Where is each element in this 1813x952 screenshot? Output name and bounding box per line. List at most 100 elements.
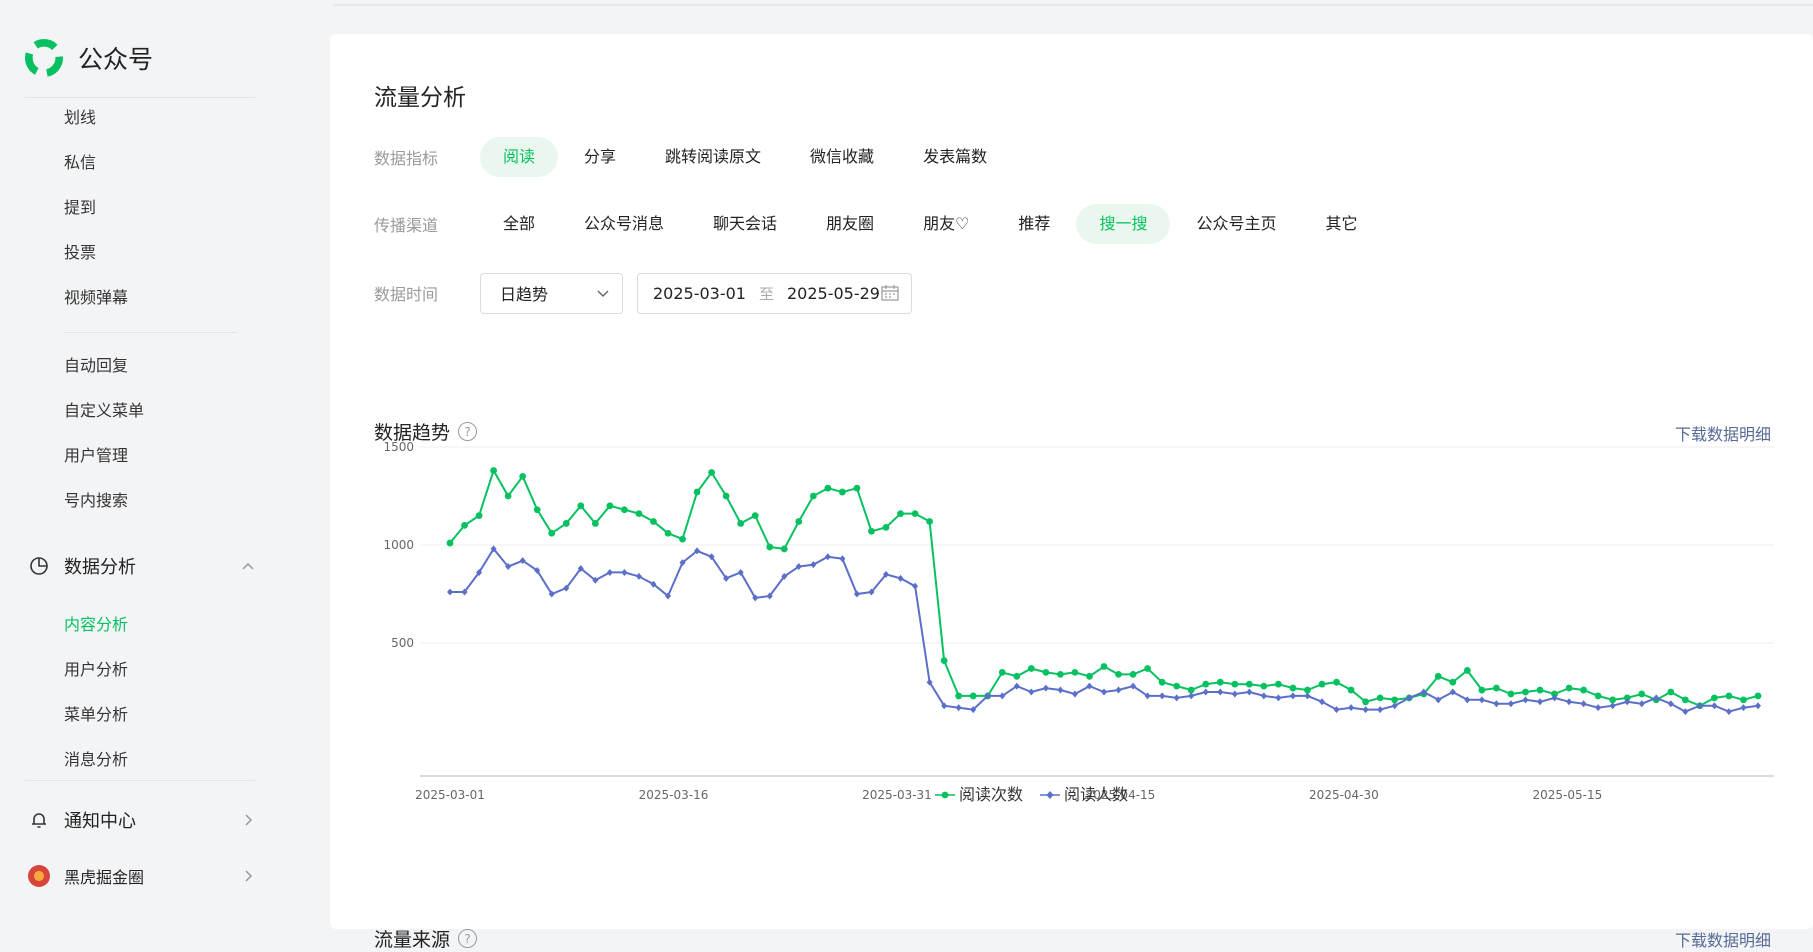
data-point <box>1667 688 1675 696</box>
sidebar-item-auto-reply[interactable]: 自动回复 <box>64 355 128 377</box>
data-point <box>1071 690 1078 698</box>
sidebar-group-data-analysis[interactable]: 数据分析 <box>28 553 255 579</box>
data-point <box>911 510 919 518</box>
data-point <box>490 467 497 474</box>
data-point <box>940 657 948 665</box>
sidebar-item-custom-menu[interactable]: 自定义菜单 <box>64 400 144 422</box>
data-point <box>955 692 963 700</box>
data-point <box>1449 678 1457 686</box>
wechat-official-logo-icon <box>25 39 63 77</box>
data-point <box>824 553 831 561</box>
data-point <box>1231 690 1238 698</box>
data-point <box>1304 686 1311 694</box>
sidebar-item-vote[interactable]: 投票 <box>64 242 96 264</box>
data-point <box>795 518 803 525</box>
data-point <box>1057 670 1064 678</box>
data-point <box>824 484 832 492</box>
data-point <box>1463 667 1471 674</box>
data-point <box>1638 700 1645 708</box>
data-point <box>1173 694 1180 702</box>
data-point <box>1013 672 1021 680</box>
data-point <box>1522 688 1529 696</box>
data-point <box>1260 692 1267 700</box>
data-point <box>1493 700 1500 708</box>
download-detail-link[interactable]: 下载数据明细 <box>1675 927 1771 951</box>
sidebar-item-underline[interactable]: 划线 <box>64 107 96 129</box>
data-point <box>1129 670 1137 678</box>
data-point <box>1086 682 1093 690</box>
trend-line-chart: 500 1000 1500 2025-03-01 2025-03-16 2025-03-3… <box>383 440 1774 804</box>
data-point <box>1755 702 1761 710</box>
sidebar-item-menu-analysis[interactable]: 菜单分析 <box>64 704 128 726</box>
data-point <box>1667 700 1674 708</box>
data-point <box>1565 684 1573 692</box>
data-point <box>519 473 527 480</box>
sidebar-account[interactable]: 黑虎掘金圈 <box>28 864 255 888</box>
sidebar-group-notifications[interactable]: 通知中心 <box>28 807 255 833</box>
data-point <box>1245 680 1253 688</box>
sidebar-item-message-analysis[interactable]: 消息分析 <box>64 749 128 771</box>
data-point <box>1260 682 1268 690</box>
data-point <box>1144 665 1151 672</box>
data-point <box>1522 696 1529 704</box>
data-point <box>1391 702 1398 710</box>
sidebar-group-label: 通知中心 <box>64 811 136 832</box>
data-point <box>1536 686 1544 694</box>
data-point <box>446 539 454 547</box>
x-tick-label: 2025-03-01 <box>415 788 485 802</box>
data-point <box>1115 670 1122 678</box>
data-point <box>1231 680 1239 688</box>
data-point <box>1333 678 1340 686</box>
sidebar-item-user-management[interactable]: 用户管理 <box>64 445 128 467</box>
data-point <box>1711 702 1718 710</box>
data-point <box>1449 688 1456 696</box>
data-point <box>1507 700 1514 708</box>
data-point <box>1027 665 1035 672</box>
sidebar-item-mentions[interactable]: 提到 <box>64 197 96 219</box>
data-point <box>475 512 483 519</box>
data-point <box>868 527 875 535</box>
data-point <box>577 502 585 510</box>
data-point <box>1478 686 1486 694</box>
x-tick-label: 2025-03-16 <box>639 788 709 802</box>
data-point <box>1159 692 1166 700</box>
x-tick-label: 2025-05-15 <box>1533 788 1603 802</box>
data-point <box>1275 694 1282 702</box>
data-point <box>809 492 817 500</box>
data-point <box>897 510 904 518</box>
data-point <box>1289 684 1297 692</box>
legend-label: 阅读人数 <box>1064 785 1128 804</box>
data-point <box>1187 686 1195 694</box>
data-point <box>1057 686 1064 694</box>
data-point <box>1202 680 1210 688</box>
brand[interactable]: 公众号 <box>25 38 153 78</box>
data-point <box>1580 700 1587 708</box>
help-icon[interactable]: ? <box>458 929 478 948</box>
data-point <box>1507 690 1515 698</box>
data-point <box>1275 680 1282 688</box>
data-point <box>780 545 788 553</box>
data-point <box>1376 694 1384 702</box>
chevron-right-icon <box>245 814 253 826</box>
data-point <box>1725 692 1733 700</box>
sidebar-item-messages[interactable]: 私信 <box>64 152 96 174</box>
data-point <box>853 484 861 492</box>
chevron-right-icon <box>245 870 253 882</box>
sidebar-divider <box>64 332 237 333</box>
data-point <box>461 522 468 529</box>
data-point <box>1333 706 1340 714</box>
data-point <box>1682 708 1689 716</box>
data-point <box>679 535 686 543</box>
sidebar-item-user-analysis[interactable]: 用户分析 <box>64 659 128 681</box>
data-point <box>1202 688 1209 696</box>
sidebar-item-content-analysis[interactable]: 内容分析 <box>64 614 128 636</box>
data-point <box>912 582 919 590</box>
data-point <box>969 692 977 700</box>
sidebar-item-video-danmaku[interactable]: 视频弹幕 <box>64 287 128 309</box>
data-point <box>1435 696 1442 704</box>
data-point <box>1594 692 1602 700</box>
data-point <box>1434 672 1442 680</box>
sidebar-item-in-account-search[interactable]: 号内搜索 <box>64 490 128 512</box>
source-title: 流量来源 <box>374 929 451 951</box>
chevron-up-icon <box>242 562 254 570</box>
